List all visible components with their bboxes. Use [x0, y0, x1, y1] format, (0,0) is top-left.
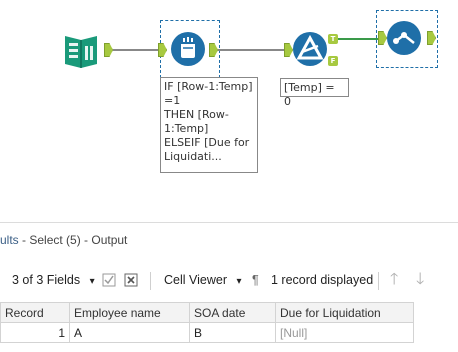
- filter-input-anchor[interactable]: [284, 43, 293, 57]
- cell-viewer-label: Cell Viewer: [164, 273, 227, 287]
- pilcrow-icon[interactable]: ¶: [252, 264, 259, 296]
- results-title-prefix: ults: [0, 233, 19, 247]
- arrow-up-icon[interactable]: 🡑: [390, 264, 398, 296]
- column-header-record[interactable]: Record: [0, 302, 70, 323]
- filter-annotation[interactable]: [Temp] = 0: [280, 78, 349, 108]
- fields-dropdown[interactable]: 3 of 3 Fields ▾: [12, 264, 95, 296]
- multi-row-formula-tool[interactable]: [171, 32, 205, 66]
- cell-viewer-dropdown[interactable]: Cell Viewer ▾: [164, 264, 242, 296]
- check-icon[interactable]: [102, 273, 116, 287]
- filter-annotation-text: [Temp] = 0: [284, 81, 335, 108]
- filter-tool[interactable]: [293, 32, 327, 66]
- table-row[interactable]: 1 A B [Null]: [0, 322, 414, 343]
- formula-annotation[interactable]: IF [Row-1:Temp] =1 THEN [Row- 1:Temp] EL…: [160, 77, 258, 173]
- select-tool[interactable]: [387, 21, 421, 55]
- cell-record[interactable]: 1: [0, 322, 70, 343]
- record-count: 1 record displayed: [271, 273, 374, 287]
- multi-row-formula-icon: [181, 37, 195, 58]
- column-header-employee-name[interactable]: Employee name: [69, 302, 190, 323]
- chevron-down-icon: ▾: [89, 276, 95, 287]
- results-grid: Record Employee name SOA date Due for Li…: [0, 302, 414, 343]
- cell-due-for-liquidation[interactable]: [Null]: [275, 322, 414, 343]
- formula-annotation-line: ELSEIF [Due for: [164, 136, 250, 149]
- formula-annotation-line: IF [Row-1:Temp]: [164, 80, 253, 93]
- formula-annotation-line: Liquidati...: [164, 150, 222, 163]
- toolbar-separator: [150, 272, 151, 290]
- formula-annotation-line: 1:Temp]: [164, 122, 209, 135]
- filter-icon: [296, 34, 324, 60]
- arrow-down-icon[interactable]: 🡓: [416, 264, 424, 296]
- cell-soa-date[interactable]: B: [189, 322, 276, 343]
- results-toolbar: 3 of 3 Fields ▾ Cell Viewer ▾ ¶ 1 record…: [0, 264, 458, 296]
- input-output-anchor[interactable]: [104, 43, 113, 57]
- input-data-tool[interactable]: [62, 32, 100, 70]
- connector-formula-to-filter[interactable]: [218, 49, 287, 51]
- formula-annotation-line: THEN [Row-: [164, 108, 229, 121]
- fields-dropdown-label: 3 of 3 Fields: [12, 273, 81, 287]
- results-title-suffix: - Select (5) - Output: [18, 233, 128, 247]
- grid-header-row: Record Employee name SOA date Due for Li…: [0, 302, 414, 323]
- workflow-canvas[interactable]: T F IF [Row-1:Temp] =1 THEN [Row- 1:Temp…: [0, 0, 458, 222]
- results-title: ults - Select (5) - Output: [0, 226, 458, 254]
- select-icon: [393, 32, 415, 44]
- chevron-down-icon: ▾: [236, 276, 242, 287]
- formula-annotation-line: =1: [164, 94, 181, 107]
- connector-input-to-formula[interactable]: [113, 49, 158, 51]
- column-header-soa-date[interactable]: SOA date: [189, 302, 276, 323]
- panel-divider[interactable]: [0, 222, 458, 223]
- clear-icon[interactable]: [124, 273, 138, 287]
- toolbar-separator: [378, 272, 379, 290]
- filter-true-anchor[interactable]: T: [328, 34, 338, 44]
- cell-employee-name[interactable]: A: [69, 322, 190, 343]
- connector-filter-to-select[interactable]: [338, 38, 378, 40]
- filter-false-anchor[interactable]: F: [328, 56, 338, 66]
- book-icon: [65, 36, 97, 68]
- column-header-due-for-liquidation[interactable]: Due for Liquidation: [275, 302, 414, 323]
